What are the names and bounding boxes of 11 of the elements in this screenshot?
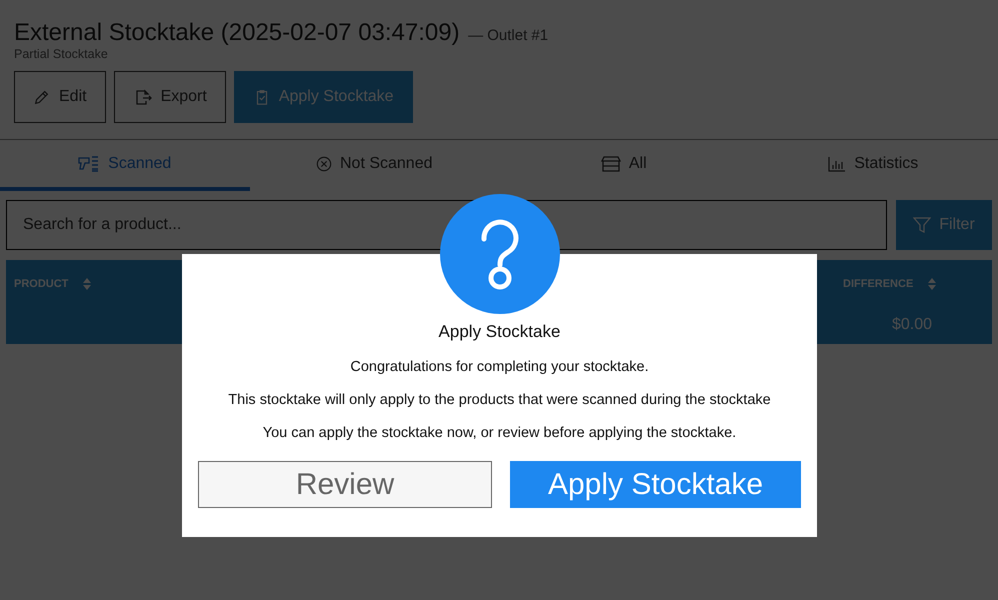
column-header: PRODUCT <box>14 278 68 290</box>
outlet-label: — Outlet #1 <box>468 27 548 44</box>
review-button[interactable]: Review <box>198 461 492 508</box>
table-cell-text: $0.00 <box>892 316 934 334</box>
dialog-message: This stocktake will only apply to the products that were scanned during the stocktake <box>228 392 771 408</box>
apply-stocktake-button[interactable]: Apply Stocktake <box>510 461 801 508</box>
dialog-title: Apply Stocktake <box>438 322 560 342</box>
dialog-message: You can apply the stocktake now, or review before applying the stocktake. <box>262 425 736 441</box>
page-title: External Stocktake (2025-02-07 03:47:09) <box>14 19 460 46</box>
dialog-message: Congratulations for completing your stocktake. <box>350 359 649 375</box>
column-header: DIFFERENCE <box>843 278 914 290</box>
